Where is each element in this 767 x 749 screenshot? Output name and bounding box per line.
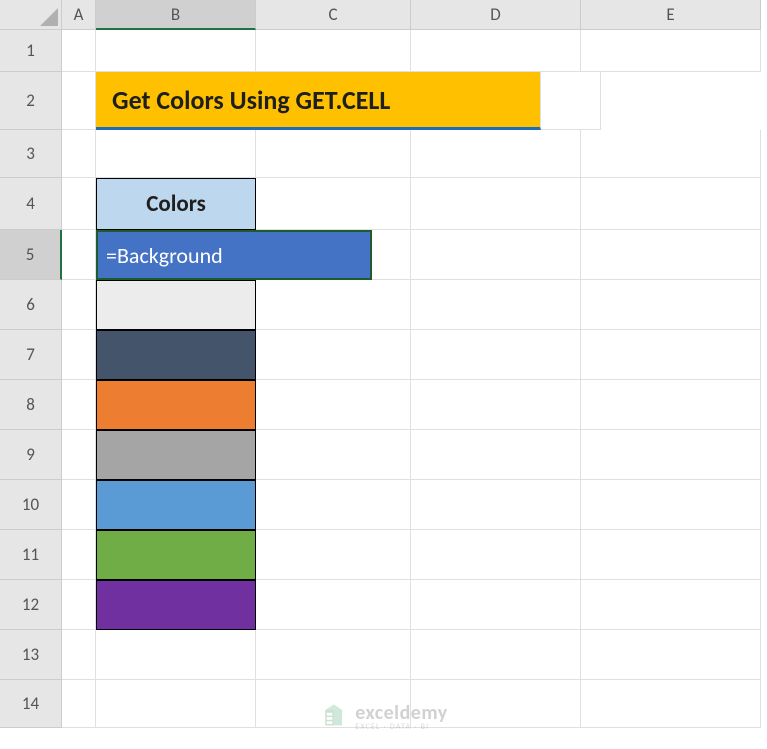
cell-D10[interactable] <box>411 480 581 530</box>
watermark-logo-icon <box>319 703 347 731</box>
color-sample-6[interactable] <box>96 530 256 580</box>
cell-E8[interactable] <box>581 380 761 430</box>
cell-D3[interactable] <box>411 130 581 178</box>
cell-D8[interactable] <box>411 380 581 430</box>
cell-E12[interactable] <box>581 580 761 630</box>
cell-A9[interactable] <box>62 430 96 480</box>
color-sample-2[interactable] <box>96 330 256 380</box>
cell-D4[interactable] <box>411 178 581 230</box>
cell-D5[interactable] <box>411 230 581 280</box>
cell-D11[interactable] <box>411 530 581 580</box>
cell-A11[interactable] <box>62 530 96 580</box>
cell-C9[interactable] <box>256 430 411 480</box>
spreadsheet-grid: ABCDE 1234567891011121314 Get Colors Usi… <box>0 0 767 749</box>
row-header-6[interactable]: 6 <box>0 280 62 330</box>
row-header-8[interactable]: 8 <box>0 380 62 430</box>
cell-C11[interactable] <box>256 530 411 580</box>
column-headers: ABCDE <box>62 0 761 30</box>
cell-A12[interactable] <box>62 580 96 630</box>
cell-E7[interactable] <box>581 330 761 380</box>
row-header-14[interactable]: 14 <box>0 680 62 728</box>
row-header-3[interactable]: 3 <box>0 130 62 178</box>
cell-E4[interactable] <box>581 178 761 230</box>
column-header-A[interactable]: A <box>62 0 96 30</box>
cell-A5[interactable] <box>62 230 96 280</box>
row-headers: 1234567891011121314 <box>0 30 62 728</box>
cell-A8[interactable] <box>62 380 96 430</box>
select-all-corner[interactable] <box>0 0 62 30</box>
row-header-9[interactable]: 9 <box>0 430 62 480</box>
watermark-subtitle: EXCEL · DATA · BI <box>355 723 448 731</box>
formula-text: =Background <box>106 242 223 269</box>
cell-E6[interactable] <box>581 280 761 330</box>
row-header-7[interactable]: 7 <box>0 330 62 380</box>
cell-A7[interactable] <box>62 330 96 380</box>
cell-A2[interactable] <box>62 72 96 130</box>
cell-D12[interactable] <box>411 580 581 630</box>
cell-E13[interactable] <box>581 630 761 680</box>
color-sample-3[interactable] <box>96 380 256 430</box>
color-sample-7[interactable] <box>96 580 256 630</box>
cell-C8[interactable] <box>256 380 411 430</box>
cell-C3[interactable] <box>256 130 411 178</box>
cell-D1[interactable] <box>411 30 581 72</box>
row-header-10[interactable]: 10 <box>0 480 62 530</box>
cell-D13[interactable] <box>411 630 581 680</box>
column-header-E[interactable]: E <box>581 0 761 30</box>
column-header-C[interactable]: C <box>256 0 411 30</box>
cell-B1[interactable] <box>96 30 256 72</box>
row-header-1[interactable]: 1 <box>0 30 62 72</box>
cell-E9[interactable] <box>581 430 761 480</box>
watermark-title: exceldemy <box>355 703 448 723</box>
color-sample-5[interactable] <box>96 480 256 530</box>
cell-A6[interactable] <box>62 280 96 330</box>
row-header-13[interactable]: 13 <box>0 630 62 680</box>
cell-B3[interactable] <box>96 130 256 178</box>
cell-D6[interactable] <box>411 280 581 330</box>
cell-A4[interactable] <box>62 178 96 230</box>
title-cell[interactable]: Get Colors Using GET.CELL <box>96 72 541 130</box>
cell-E3[interactable] <box>581 130 761 178</box>
cell-B13[interactable] <box>96 630 256 680</box>
cell-A10[interactable] <box>62 480 96 530</box>
color-sample-4[interactable] <box>96 430 256 480</box>
cell-C6[interactable] <box>256 280 411 330</box>
cell-C12[interactable] <box>256 580 411 630</box>
cell-A13[interactable] <box>62 630 96 680</box>
cell-E5[interactable] <box>581 230 761 280</box>
formula-editing-overlay[interactable]: =Background <box>96 230 372 280</box>
color-sample-1[interactable] <box>96 280 256 330</box>
cell-A1[interactable] <box>62 30 96 72</box>
cell-C10[interactable] <box>256 480 411 530</box>
cell-C7[interactable] <box>256 330 411 380</box>
cells-area: Get Colors Using GET.CELL Colors <box>62 30 761 728</box>
cell-B14[interactable] <box>96 680 256 728</box>
table-header-colors[interactable]: Colors <box>96 178 256 230</box>
cell-C4[interactable] <box>256 178 411 230</box>
cell-C1[interactable] <box>256 30 411 72</box>
cell-E14[interactable] <box>581 680 761 728</box>
cell-E10[interactable] <box>581 480 761 530</box>
row-header-5[interactable]: 5 <box>0 230 62 280</box>
column-header-B[interactable]: B <box>96 0 256 30</box>
cell-A3[interactable] <box>62 130 96 178</box>
cell-E11[interactable] <box>581 530 761 580</box>
cell-E1[interactable] <box>581 30 761 72</box>
column-header-D[interactable]: D <box>411 0 581 30</box>
cell-C13[interactable] <box>256 630 411 680</box>
row-header-11[interactable]: 11 <box>0 530 62 580</box>
row-header-2[interactable]: 2 <box>0 72 62 130</box>
watermark: exceldemy EXCEL · DATA · BI <box>319 703 448 731</box>
row-header-4[interactable]: 4 <box>0 178 62 230</box>
cell-A14[interactable] <box>62 680 96 728</box>
cell-D9[interactable] <box>411 430 581 480</box>
cell-D7[interactable] <box>411 330 581 380</box>
row-header-12[interactable]: 12 <box>0 580 62 630</box>
